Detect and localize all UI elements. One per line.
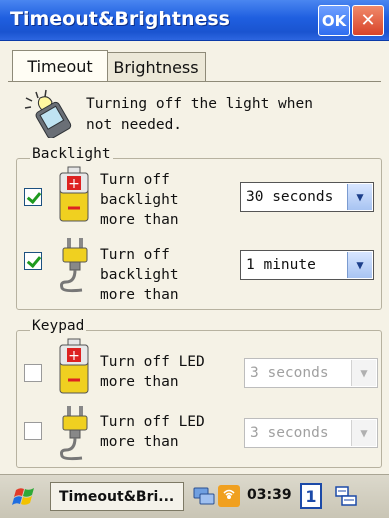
chevron-down-icon: ▼ — [347, 184, 372, 210]
info-text: Turning off the light when not needed. — [86, 96, 313, 133]
backlight-battery-label: Turn off backlight more than — [100, 172, 179, 228]
battery-icon: + — [59, 338, 89, 394]
keypad-battery-select[interactable]: 3 seconds ▼ — [244, 358, 378, 388]
keypad-plug-select[interactable]: 3 seconds ▼ — [244, 418, 378, 448]
chevron-down-icon: ▼ — [351, 420, 376, 446]
window-title: Timeout&Brightness — [10, 8, 230, 30]
backlight-battery-checkbox[interactable] — [24, 188, 42, 206]
device-light-icon — [24, 89, 72, 138]
power-plug-icon — [60, 406, 88, 461]
taskbar-window-button[interactable]: Timeout&Bri... — [50, 482, 184, 511]
keypad-battery-value: 3 seconds — [250, 365, 329, 381]
svg-text:+: + — [68, 176, 80, 192]
network-icon[interactable] — [192, 485, 216, 507]
battery-icon: + — [59, 166, 89, 222]
clock[interactable]: 03:39 — [247, 487, 292, 503]
backlight-plug-value: 1 minute — [246, 257, 316, 273]
svg-text:+: + — [68, 348, 80, 364]
backlight-battery-select[interactable]: 30 seconds ▼ — [240, 182, 374, 212]
close-icon: ✕ — [360, 10, 376, 31]
keypad-battery-label: Turn off LED more than — [100, 354, 205, 390]
keyboard-icon[interactable] — [334, 484, 358, 508]
backlight-plug-select[interactable]: 1 minute ▼ — [240, 250, 374, 280]
keypad-plug-value: 3 seconds — [250, 425, 329, 441]
power-plug-icon — [60, 238, 88, 293]
title-bar: Timeout&Brightness OK ✕ — [0, 0, 389, 41]
input-panel-number[interactable]: 1 — [300, 483, 322, 509]
tab-divider — [8, 81, 381, 82]
backlight-group-label: Backlight — [30, 146, 113, 162]
start-flag-icon[interactable] — [12, 484, 38, 510]
keypad-plug-checkbox[interactable] — [24, 422, 42, 440]
backlight-plug-checkbox[interactable] — [24, 252, 42, 270]
tab-brightness[interactable]: Brightness — [106, 52, 206, 81]
backlight-battery-value: 30 seconds — [246, 189, 334, 205]
signal-icon[interactable] — [218, 485, 240, 507]
keypad-group-label: Keypad — [30, 318, 87, 334]
ok-button[interactable]: OK — [318, 5, 350, 36]
taskbar: Timeout&Bri... 03:39 1 — [0, 474, 389, 518]
close-button[interactable]: ✕ — [352, 5, 384, 36]
chevron-down-icon: ▼ — [351, 360, 376, 386]
chevron-down-icon: ▼ — [347, 252, 372, 278]
tab-timeout[interactable]: Timeout — [12, 50, 108, 81]
keypad-plug-label: Turn off LED more than — [100, 414, 205, 450]
keypad-battery-checkbox[interactable] — [24, 364, 42, 382]
backlight-plug-label: Turn off backlight more than — [100, 247, 179, 303]
